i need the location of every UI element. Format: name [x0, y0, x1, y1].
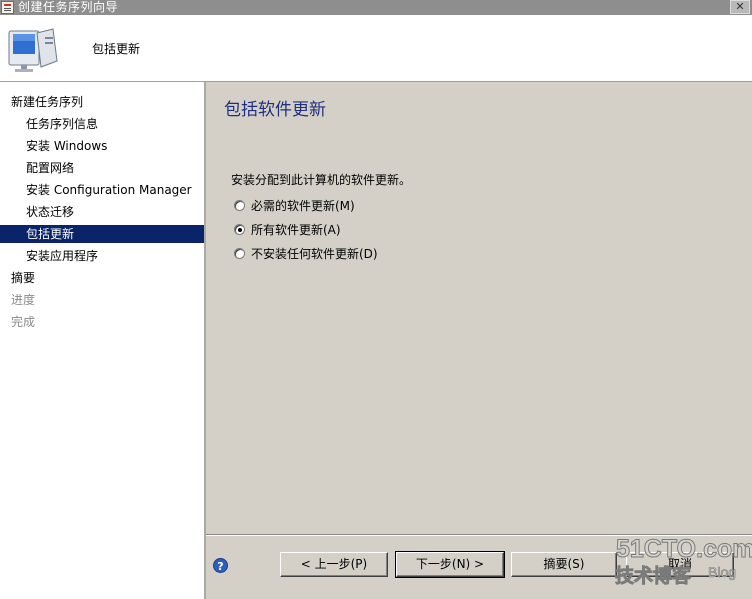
next-button[interactable]: 下一步(N) > — [395, 551, 505, 578]
footer-divider — [206, 534, 752, 536]
radio-icon[interactable] — [234, 200, 245, 211]
header-title: 包括更新 — [92, 42, 141, 56]
step-install-windows[interactable]: 安装 Windows — [26, 137, 107, 155]
wizard-app-icon — [1, 1, 14, 14]
wizard-step-list: 新建任务序列 任务序列信息 安装 Windows 配置网络 安装 Configu… — [0, 82, 206, 599]
close-button[interactable]: ✕ — [730, 0, 750, 14]
cancel-button[interactable]: 取消 — [626, 552, 734, 577]
step-configure-network[interactable]: 配置网络 — [26, 159, 74, 177]
option-label: 不安装任何软件更新(D) — [251, 247, 378, 261]
previous-button[interactable]: < 上一步(P) — [280, 552, 388, 577]
help-icon[interactable]: ? — [213, 558, 228, 573]
radio-icon[interactable] — [234, 248, 245, 259]
window-title: 创建任务序列向导 — [18, 0, 119, 14]
page-title: 包括软件更新 — [224, 100, 326, 120]
radio-selected-icon[interactable] — [234, 224, 245, 235]
step-include-updates[interactable]: 包括更新 — [0, 225, 204, 243]
option-required-updates[interactable]: 必需的软件更新(M) — [234, 197, 355, 215]
step-install-configmgr[interactable]: 安装 Configuration Manager — [26, 181, 192, 199]
title-bar: 创建任务序列向导 ✕ — [0, 0, 752, 15]
wizard-content: 包括软件更新 安装分配到此计算机的软件更新。 必需的软件更新(M) 所有软件更新… — [206, 82, 752, 534]
step-install-applications[interactable]: 安装应用程序 — [26, 247, 98, 265]
option-label: 所有软件更新(A) — [251, 223, 341, 237]
step-summary[interactable]: 摘要 — [11, 269, 35, 287]
summary-button[interactable]: 摘要(S) — [511, 552, 617, 577]
option-label: 必需的软件更新(M) — [251, 199, 355, 213]
option-all-updates[interactable]: 所有软件更新(A) — [234, 221, 341, 239]
step-progress: 进度 — [11, 293, 36, 307]
step-state-migration[interactable]: 状态迁移 — [26, 203, 74, 221]
step-task-sequence-info[interactable]: 任务序列信息 — [26, 115, 98, 133]
computer-icon — [8, 28, 58, 72]
wizard-header: 包括更新 — [0, 15, 752, 82]
step-new-task-sequence[interactable]: 新建任务序列 — [11, 93, 83, 111]
option-no-updates[interactable]: 不安装任何软件更新(D) — [234, 245, 378, 263]
step-completion: 完成 — [11, 315, 36, 329]
update-description: 安装分配到此计算机的软件更新。 — [231, 173, 412, 187]
